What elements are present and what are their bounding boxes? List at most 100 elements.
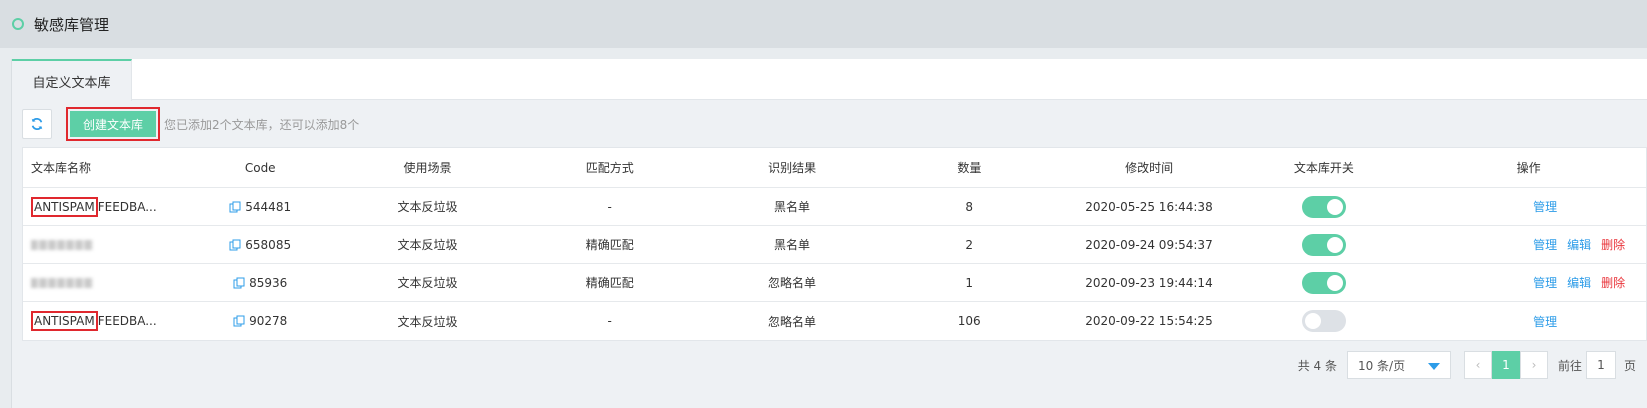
edit-link[interactable]: 编辑	[1567, 236, 1591, 253]
toolbar: 创建文本库 您已添加2个文本库，还可以添加8个	[22, 107, 360, 141]
table-header-row: 文本库名称 Code 使用场景 匹配方式 识别结果 数量 修改时间 文本库开关 …	[23, 148, 1646, 188]
copy-icon[interactable]	[233, 315, 245, 327]
page-title: 敏感库管理	[34, 15, 110, 34]
create-library-button[interactable]: 创建文本库	[70, 111, 156, 137]
library-result: 忽略名单	[767, 314, 816, 329]
edit-link[interactable]: 编辑	[1567, 274, 1591, 291]
library-time: 2020-09-24 09:54:37	[1085, 237, 1213, 252]
library-switch-cell	[1236, 226, 1411, 263]
library-switch-toggle[interactable]	[1301, 310, 1346, 332]
library-count: 8	[965, 199, 974, 214]
column-header-scene: 使用场景	[403, 161, 452, 175]
library-count: 1	[965, 275, 974, 290]
library-scene: 文本反垃圾	[397, 200, 458, 214]
goto-label: 前往	[1557, 358, 1582, 373]
library-switch-toggle[interactable]	[1301, 233, 1346, 256]
library-scene: 文本反垃圾	[397, 238, 458, 252]
column-header-time: 修改时间	[1125, 161, 1174, 175]
library-scene: 文本反垃圾	[397, 314, 458, 329]
library-actions: 管理 编辑 删除	[1411, 226, 1646, 263]
column-header-match: 匹配方式	[585, 161, 634, 175]
create-button-highlight: 创建文本库	[66, 107, 160, 141]
manage-link[interactable]: 管理	[1533, 274, 1557, 291]
library-time: 2020-05-25 16:44:38	[1085, 199, 1213, 214]
table-row: ANTISPAM FEEDBA... 90278 文本反垃圾 - 忽略名单 10…	[23, 302, 1646, 340]
library-name	[23, 226, 178, 263]
quota-hint: 您已添加2个文本库，还可以添加8个	[164, 117, 360, 132]
library-result: 忽略名单	[767, 276, 816, 290]
library-code: 658085	[178, 226, 343, 263]
status-dot-icon	[12, 18, 24, 30]
prev-page-button[interactable]: ‹	[1463, 351, 1492, 379]
library-switch-cell	[1236, 188, 1411, 225]
goto-page-input[interactable]: 1	[1585, 351, 1616, 379]
blurred-name	[31, 277, 93, 288]
library-match: -	[607, 199, 612, 214]
chevron-right-icon: ›	[1531, 358, 1537, 372]
copy-icon[interactable]	[233, 277, 245, 289]
library-table: 文本库名称 Code 使用场景 匹配方式 识别结果 数量 修改时间 文本库开关 …	[22, 147, 1647, 341]
blurred-name	[31, 239, 93, 250]
table-row: 85936 文本反垃圾 精确匹配 忽略名单 1 2020-09-23 19:44…	[23, 264, 1646, 302]
library-switch-cell	[1236, 264, 1411, 301]
tab-custom-library[interactable]: 自定义文本库	[12, 59, 132, 101]
library-time: 2020-09-23 19:44:14	[1085, 275, 1213, 290]
next-page-button[interactable]: ›	[1519, 351, 1548, 379]
library-scene: 文本反垃圾	[397, 276, 458, 290]
library-match: 精确匹配	[585, 238, 634, 252]
library-switch-toggle[interactable]	[1301, 195, 1346, 218]
page-header: 敏感库管理	[0, 0, 1647, 48]
library-code: 85936	[178, 264, 343, 301]
library-name-rest: FEEDBA...	[97, 199, 157, 214]
library-actions: 管理 编辑 删除	[1411, 264, 1646, 301]
content-panel: 自定义文本库 创建文本库 您已添加2个文本库，还可以添加8个 文本库名称 Cod…	[11, 59, 1647, 408]
library-result: 黑名单	[773, 238, 810, 252]
library-code-value: 90278	[249, 314, 288, 328]
page-size-value: 10 条/页	[1357, 358, 1406, 373]
toggle-knob	[1326, 236, 1343, 253]
library-name-tag: ANTISPAM	[31, 311, 98, 331]
library-code-value: 544481	[245, 199, 292, 214]
library-name: ANTISPAM FEEDBA...	[23, 188, 178, 225]
delete-link[interactable]: 删除	[1601, 236, 1625, 253]
copy-icon[interactable]	[229, 201, 241, 213]
library-actions: 管理	[1411, 302, 1646, 340]
library-name	[23, 264, 178, 301]
page-number-current[interactable]: 1	[1491, 351, 1520, 379]
library-switch-toggle[interactable]	[1301, 271, 1346, 294]
table-row: ANTISPAM FEEDBA... 544481 文本反垃圾 - 黑名单 8 …	[23, 188, 1646, 226]
library-count: 2	[965, 237, 974, 252]
column-header-name: 文本库名称	[31, 161, 92, 175]
manage-link[interactable]: 管理	[1533, 236, 1557, 253]
library-time: 2020-09-22 15:54:25	[1085, 314, 1213, 328]
column-header-count: 数量	[957, 161, 982, 175]
library-match: 精确匹配	[585, 276, 634, 290]
refresh-button[interactable]	[22, 109, 52, 139]
library-match: -	[607, 314, 612, 328]
delete-link[interactable]: 删除	[1601, 274, 1625, 291]
library-switch-cell	[1236, 302, 1411, 340]
table-row: 658085 文本反垃圾 精确匹配 黑名单 2 2020-09-24 09:54…	[23, 226, 1646, 264]
copy-icon[interactable]	[229, 239, 241, 251]
column-header-code: Code	[244, 160, 276, 175]
toggle-knob	[1326, 198, 1343, 215]
manage-link[interactable]: 管理	[1533, 198, 1557, 215]
toggle-knob	[1304, 313, 1321, 329]
goto-unit: 页	[1623, 358, 1636, 373]
column-header-actions: 操作	[1516, 161, 1541, 175]
library-actions: 管理	[1411, 188, 1646, 225]
caret-down-icon	[1427, 363, 1440, 370]
column-header-result: 识别结果	[768, 161, 817, 175]
library-code: 90278	[178, 302, 343, 340]
library-result: 黑名单	[773, 200, 810, 214]
library-code-value: 658085	[245, 237, 292, 252]
manage-link[interactable]: 管理	[1533, 313, 1557, 330]
tab-bar: 自定义文本库	[12, 59, 1647, 101]
library-name-tag: ANTISPAM	[31, 196, 98, 217]
toggle-knob	[1326, 274, 1343, 291]
pagination-total: 共 4 条	[1297, 358, 1337, 373]
refresh-icon	[31, 118, 43, 130]
chevron-left-icon: ‹	[1475, 358, 1481, 372]
library-code-value: 85936	[249, 275, 288, 290]
page-size-select[interactable]: 10 条/页	[1346, 351, 1451, 379]
